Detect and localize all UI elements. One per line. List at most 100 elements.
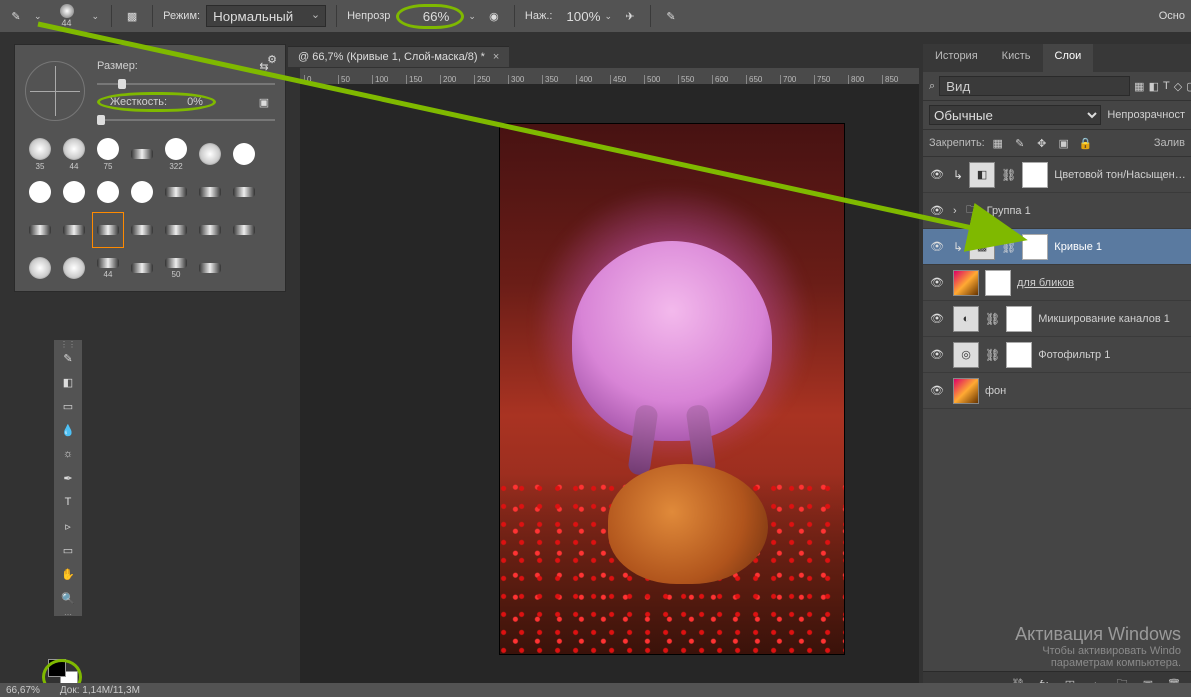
- brush-preset[interactable]: [59, 175, 89, 209]
- opacity-pressure-icon[interactable]: ◉: [484, 6, 504, 26]
- mask-thumb[interactable]: [1022, 234, 1048, 260]
- layer-row[interactable]: 👁↳▩⛓Кривые 1: [923, 229, 1191, 265]
- layer-row[interactable]: 👁◎⛓Фотофильтр 1: [923, 337, 1191, 373]
- gradient-tool[interactable]: ▭: [54, 394, 82, 418]
- brush-preset[interactable]: 322: [161, 137, 191, 171]
- brush-preset[interactable]: [195, 251, 225, 285]
- visibility-toggle-icon[interactable]: 👁: [927, 348, 947, 361]
- mask-link-icon[interactable]: ⛓: [1001, 168, 1016, 182]
- document-tab[interactable]: @ 66,7% (Кривые 1, Слой-маска/8) *×: [288, 46, 509, 67]
- size-pressure-icon[interactable]: ✎: [661, 6, 681, 26]
- canvas-area[interactable]: [300, 84, 919, 683]
- layer-name[interactable]: для бликов: [1017, 277, 1187, 289]
- flow-input[interactable]: [558, 9, 600, 24]
- mask-link-icon[interactable]: ⛓: [985, 312, 1000, 326]
- eraser-tool[interactable]: ◧: [54, 370, 82, 394]
- brush-preset[interactable]: [59, 213, 89, 247]
- close-tab-icon[interactable]: ×: [493, 51, 499, 63]
- zoom-tool[interactable]: 🔍: [54, 586, 82, 610]
- lock-position-icon[interactable]: ✎: [1011, 134, 1029, 152]
- brush-preset[interactable]: [93, 175, 123, 209]
- filter-smart-icon[interactable]: ▢: [1186, 77, 1191, 95]
- brush-hardness-value[interactable]: 0%: [187, 96, 203, 108]
- layer-row[interactable]: 👁↳◧⛓Цветовой тон/Насыщенность: [923, 157, 1191, 193]
- layer-name[interactable]: Цветовой тон/Насыщенность: [1054, 169, 1187, 181]
- rectangle-tool[interactable]: ▭: [54, 538, 82, 562]
- brush-preset[interactable]: [195, 137, 225, 171]
- layer-filter-kind[interactable]: [939, 76, 1130, 96]
- brush-preset[interactable]: 35: [25, 137, 55, 171]
- path-select-tool[interactable]: ▹: [54, 514, 82, 538]
- brush-preset[interactable]: 44: [93, 251, 123, 285]
- lock-all-icon[interactable]: 🔒: [1077, 134, 1095, 152]
- mask-link-icon[interactable]: ⛓: [985, 348, 1000, 362]
- new-brush-icon[interactable]: ▣: [253, 91, 275, 113]
- opacity-input[interactable]: [411, 9, 449, 24]
- layer-row[interactable]: 👁›🗀Группа 1: [923, 193, 1191, 229]
- brush-preset[interactable]: [59, 251, 89, 285]
- blur-tool[interactable]: 💧: [54, 418, 82, 442]
- brush-picker-chevron-icon[interactable]: ⌄: [90, 11, 102, 22]
- tab-history[interactable]: История: [923, 44, 990, 72]
- brush-panel-toggle-icon[interactable]: ▩: [122, 6, 142, 26]
- layer-name[interactable]: фон: [985, 385, 1187, 397]
- filter-shape-icon[interactable]: ◇: [1174, 77, 1182, 95]
- filter-adj-icon[interactable]: ◧: [1149, 77, 1159, 95]
- brush-preset[interactable]: [161, 175, 191, 209]
- status-doc-size[interactable]: Док: 1,14M/11,3M: [60, 685, 140, 696]
- brush-preset[interactable]: [127, 175, 157, 209]
- options-bar-right-label[interactable]: Осно: [1159, 10, 1185, 22]
- mask-thumb[interactable]: [1022, 162, 1048, 188]
- blend-mode-select[interactable]: Нормальный: [206, 5, 326, 27]
- brush-preset[interactable]: [229, 137, 259, 171]
- brush-preset[interactable]: [127, 137, 157, 171]
- brush-preset[interactable]: 50: [161, 251, 191, 285]
- tab-layers[interactable]: Слои: [1043, 44, 1094, 72]
- brush-preset[interactable]: [195, 175, 225, 209]
- tab-brush[interactable]: Кисть: [990, 44, 1043, 72]
- visibility-toggle-icon[interactable]: 👁: [927, 204, 947, 217]
- brush-preview-chip[interactable]: 44: [50, 2, 84, 30]
- pen-tool[interactable]: ✒: [54, 466, 82, 490]
- brush-preset[interactable]: [25, 213, 55, 247]
- layer-row[interactable]: 👁 для бликов: [923, 265, 1191, 301]
- brush-preset[interactable]: [127, 251, 157, 285]
- visibility-toggle-icon[interactable]: 👁: [927, 276, 947, 289]
- brush-preset[interactable]: [25, 251, 55, 285]
- layer-name[interactable]: Кривые 1: [1054, 241, 1187, 253]
- visibility-toggle-icon[interactable]: 👁: [927, 384, 947, 397]
- hand-tool[interactable]: ✋: [54, 562, 82, 586]
- type-tool[interactable]: T: [54, 490, 82, 514]
- brush-preset[interactable]: [195, 213, 225, 247]
- brush-preset[interactable]: 44: [59, 137, 89, 171]
- brush-preset[interactable]: 75: [93, 137, 123, 171]
- brush-preset[interactable]: [127, 213, 157, 247]
- lock-artboard-icon[interactable]: ▣: [1055, 134, 1073, 152]
- expand-chevron-icon[interactable]: ›: [953, 205, 957, 217]
- mask-thumb[interactable]: [985, 270, 1011, 296]
- brush-preset[interactable]: [25, 175, 55, 209]
- status-zoom[interactable]: 66,67%: [6, 685, 40, 696]
- dodge-tool[interactable]: ☼: [54, 442, 82, 466]
- lock-pixels-icon[interactable]: ▦: [989, 134, 1007, 152]
- visibility-toggle-icon[interactable]: 👁: [927, 312, 947, 325]
- layer-blend-select[interactable]: Обычные: [929, 105, 1101, 125]
- brush-popover-gear-icon[interactable]: ⚙: [267, 53, 277, 66]
- brush-hardness-slider[interactable]: [97, 119, 275, 121]
- layer-name[interactable]: Микширование каналов 1: [1038, 313, 1187, 325]
- brush-tool[interactable]: ✎: [54, 346, 82, 370]
- brush-preset[interactable]: [161, 213, 191, 247]
- visibility-toggle-icon[interactable]: 👁: [927, 240, 947, 253]
- flow-chevron-icon[interactable]: ⌄: [602, 11, 614, 22]
- brush-preset[interactable]: [229, 213, 259, 247]
- layer-name[interactable]: Группа 1: [987, 205, 1187, 217]
- brush-size-slider[interactable]: [97, 83, 275, 85]
- lock-move-icon[interactable]: ✥: [1033, 134, 1051, 152]
- mask-link-icon[interactable]: ⛓: [1001, 240, 1016, 254]
- airbrush-icon[interactable]: ✈: [620, 6, 640, 26]
- tool-preset-chevron-icon[interactable]: ⌄: [32, 11, 44, 22]
- brush-preset[interactable]: [93, 213, 123, 247]
- filter-type-icon[interactable]: T: [1163, 77, 1170, 95]
- mask-thumb[interactable]: [1006, 342, 1032, 368]
- brush-preset[interactable]: [229, 175, 259, 209]
